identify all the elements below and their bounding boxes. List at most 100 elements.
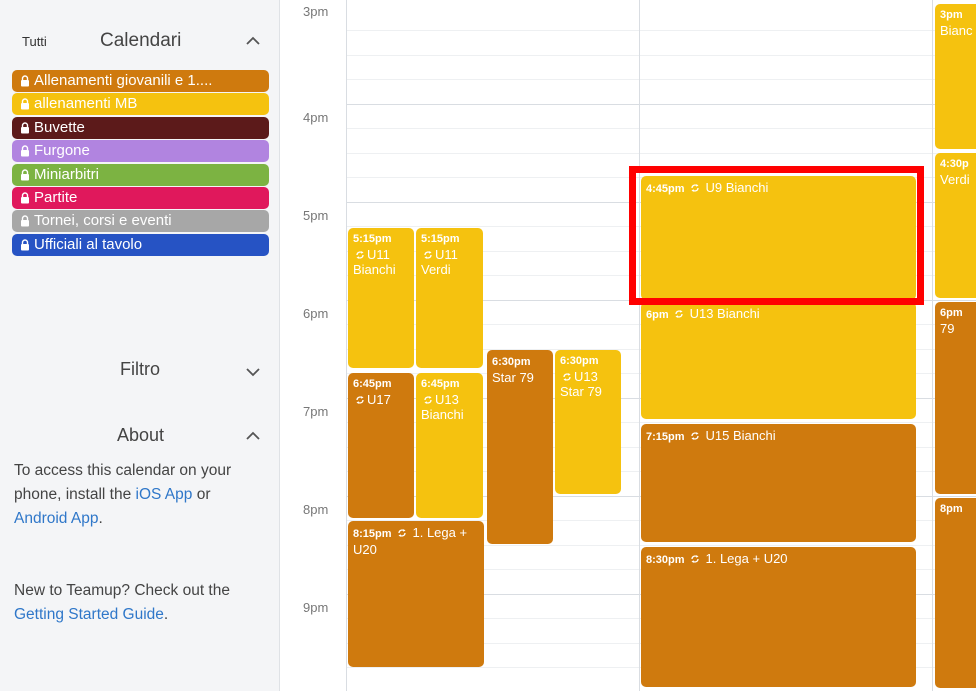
event-time: 4:30p xyxy=(940,158,969,170)
chevron-up-icon[interactable] xyxy=(242,30,264,52)
calendar-item-label: Tornei, corsi e eventi xyxy=(34,212,172,230)
ios-app-link[interactable]: iOS App xyxy=(136,486,193,503)
grid-line xyxy=(346,55,976,56)
calendar-day-grid[interactable]: 3pm 4pm 5pm 6pm 7pm 8pm 9pm 5:15pm U11 B… xyxy=(281,0,976,691)
repeat-icon xyxy=(675,310,683,318)
column-divider xyxy=(639,0,640,691)
calendar-item-tornei[interactable]: Tornei, corsi e eventi xyxy=(12,210,269,233)
calendar-item-partite[interactable]: Partite xyxy=(12,186,269,209)
repeat-icon xyxy=(398,529,406,537)
lock-icon xyxy=(21,75,29,87)
about-install-text: To access this calendar on your phone, i… xyxy=(14,459,264,531)
column-divider xyxy=(932,0,933,691)
repeat-icon xyxy=(356,396,364,404)
event-title-text: Verdi xyxy=(940,172,970,187)
repeat-icon xyxy=(691,432,699,440)
calendar-item-label: Buvette xyxy=(34,118,85,136)
event-u9-bianchi[interactable]: 4:45pm U9 Bianchi xyxy=(641,176,916,300)
event-8pm[interactable]: 8pm xyxy=(935,498,976,688)
calendar-item-label: Miniarbitri xyxy=(34,165,100,183)
event-u13-bianchi[interactable]: 6:45pm U13 Bianchi xyxy=(416,373,483,518)
grid-line xyxy=(346,30,976,31)
hour-label-5pm: 5pm xyxy=(303,208,329,223)
calendar-item-label: Ufficiali al tavolo xyxy=(34,235,143,253)
lock-icon xyxy=(21,145,29,157)
calendar-item-label: Partite xyxy=(34,188,78,206)
event-star-79[interactable]: 6:30pm Star 79 xyxy=(487,350,553,544)
calendar-item-allenamenti-mb[interactable]: allenamenti MB xyxy=(12,93,269,116)
about-header[interactable]: About xyxy=(0,421,280,457)
event-title-text: U13 Bianchi xyxy=(689,306,760,321)
event-79-6pm[interactable]: 6pm 79 xyxy=(935,302,976,494)
grid-line xyxy=(346,128,976,129)
hour-label-7pm: 7pm xyxy=(303,404,329,419)
event-1-lega-u20-830[interactable]: 8:30pm 1. Lega + U20 xyxy=(641,547,916,687)
calendar-item-label: allenamenti MB xyxy=(34,95,138,113)
event-u15-bianchi[interactable]: 7:15pm U15 Bianchi xyxy=(641,424,916,542)
event-u17[interactable]: 6:45pm U17 xyxy=(348,373,414,518)
about-install-text-or: or xyxy=(192,486,211,503)
lock-icon xyxy=(21,168,29,181)
event-time: 8:30pm xyxy=(646,554,685,566)
calendar-item-miniarbitri[interactable]: Miniarbitri xyxy=(12,163,269,186)
calendar-item-ufficiali[interactable]: Ufficiali al tavolo xyxy=(12,233,269,256)
event-time: 6:30pm xyxy=(560,355,599,367)
event-verdi-430[interactable]: 4:30p Verdi xyxy=(935,153,976,298)
event-time: 5:15pm xyxy=(421,233,460,245)
event-bianchi-3pm[interactable]: 3pm Bianc xyxy=(935,4,976,149)
calendars-header: Tutti Calendari xyxy=(0,22,280,58)
about-guide-text: New to Teamup? Check out the Getting Sta… xyxy=(14,579,264,627)
event-1-lega-u20[interactable]: 8:15pm 1. Lega + U20 xyxy=(348,521,484,667)
hour-label-6pm: 6pm xyxy=(303,306,329,321)
event-time: 8pm xyxy=(940,503,963,515)
event-time: 4:45pm xyxy=(646,183,685,195)
event-title-text: Star 79 xyxy=(492,370,534,385)
hour-label-4pm: 4pm xyxy=(303,110,329,125)
event-title-text: U17 xyxy=(367,392,391,407)
lock-icon xyxy=(21,122,29,134)
filter-header[interactable]: Filtro xyxy=(0,355,280,391)
chevron-up-icon[interactable] xyxy=(242,425,264,447)
event-time: 6pm xyxy=(940,307,963,319)
event-title-text: U9 Bianchi xyxy=(705,180,769,195)
event-title: U17 xyxy=(353,392,409,407)
event-u13-star-79[interactable]: 6:30pm U13 Star 79 xyxy=(555,350,621,494)
calendar-item-buvette[interactable]: Buvette xyxy=(12,116,269,139)
calendar-list: Allenamenti giovanili e 1.... allenament… xyxy=(12,70,269,257)
event-title-text: Bianc xyxy=(940,23,973,38)
event-time: 5:15pm xyxy=(353,233,392,245)
grid-line xyxy=(346,153,976,154)
event-u13-bianchi-6pm[interactable]: 6pm U13 Bianchi xyxy=(641,302,916,419)
event-time: 6:45pm xyxy=(421,378,460,390)
repeat-icon xyxy=(424,396,432,404)
hour-label-3pm: 3pm xyxy=(303,4,329,19)
filter-title: Filtro xyxy=(120,359,160,379)
event-title: U11 Verdi xyxy=(421,247,478,277)
about-install-text-end: . xyxy=(98,510,103,527)
event-time: 6:30pm xyxy=(492,356,531,368)
android-app-link[interactable]: Android App xyxy=(14,510,98,527)
event-title: U13 Star 79 xyxy=(560,369,616,399)
select-all-calendars-link[interactable]: Tutti xyxy=(22,34,47,49)
grid-line xyxy=(346,104,976,105)
lock-icon xyxy=(21,215,29,227)
event-title: U13 Bianchi xyxy=(421,392,478,422)
event-u11-verdi[interactable]: 5:15pm U11 Verdi xyxy=(416,228,483,368)
event-time: 8:15pm xyxy=(353,528,392,540)
event-u11-bianchi[interactable]: 5:15pm U11 Bianchi xyxy=(348,228,414,368)
lock-icon xyxy=(21,192,29,204)
event-title-text: U15 Bianchi xyxy=(705,428,776,443)
lock-icon xyxy=(21,239,29,251)
repeat-icon xyxy=(356,251,364,259)
calendar-item-allenamenti-giovanili[interactable]: Allenamenti giovanili e 1.... xyxy=(12,70,269,92)
event-title-text: 79 xyxy=(940,321,955,336)
chevron-down-icon[interactable] xyxy=(242,361,264,383)
calendar-item-furgone[interactable]: Furgone xyxy=(12,140,269,163)
event-title: U11 Bianchi xyxy=(353,247,409,277)
hour-label-8pm: 8pm xyxy=(303,502,329,517)
calendar-item-label: Furgone xyxy=(34,142,90,160)
column-divider xyxy=(346,0,347,691)
getting-started-guide-link[interactable]: Getting Started Guide xyxy=(14,606,164,623)
event-title-text: 1. Lega + U20 xyxy=(705,551,788,566)
about-guide-text-start: New to Teamup? Check out the xyxy=(14,582,230,599)
